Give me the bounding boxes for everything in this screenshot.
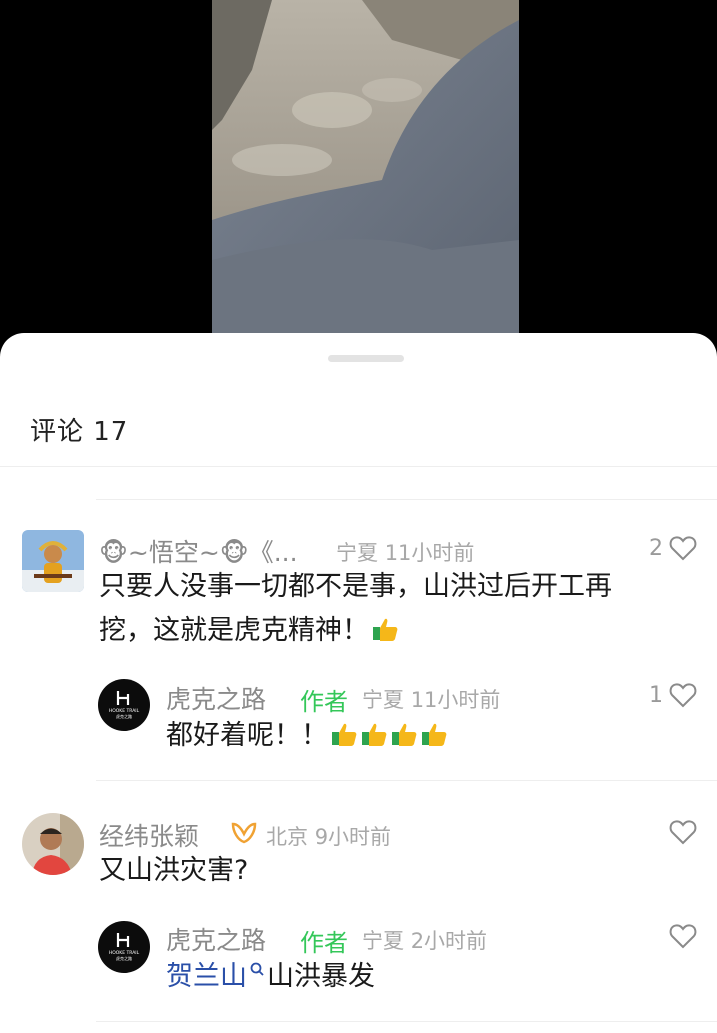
comments-count-title: 评论 17 (30, 417, 129, 447)
avatar[interactable]: HOOKE TRAIL 虎克之路 (98, 679, 150, 731)
hooke-trail-logo: HOOKE TRAIL 虎克之路 (109, 691, 140, 719)
heart-outline-icon (669, 820, 697, 845)
reply-meta: 宁夏 11小时前 (362, 684, 500, 714)
search-mini-icon[interactable] (249, 961, 265, 979)
hooke-trail-logo: HOOKE TRAIL 虎克之路 (109, 933, 140, 961)
reply-text: 都好着呢！！ (166, 714, 448, 758)
thumbs-up-emoji (332, 723, 357, 746)
like-button[interactable] (669, 923, 697, 949)
video-frame[interactable] (212, 0, 519, 345)
comment-time: 9小时前 (314, 825, 392, 849)
comment-text: 又山洪灾害? (99, 855, 249, 886)
reply-time: 11小时前 (410, 688, 501, 712)
author-badge: 作者 (300, 688, 348, 716)
logo-subtext: 虎克之路 (116, 955, 132, 961)
heart-outline-icon (669, 683, 697, 708)
comment-text-span: 挖，这就是虎克精神！ (99, 615, 369, 646)
comment-author-name[interactable]: 经纬张颖 (99, 817, 199, 853)
reply-text-span: 山洪暴发 (267, 961, 375, 992)
like-button[interactable]: 1 (649, 682, 697, 708)
badge-icon (231, 822, 257, 844)
thumbs-up-emoji (392, 723, 417, 746)
comment-location: 北京 (266, 825, 308, 849)
comment-text-line: 挖，这就是虎克精神！ (99, 609, 699, 653)
video-player[interactable] (0, 0, 717, 345)
like-button[interactable] (669, 819, 697, 845)
author-badge: 作者 (300, 929, 348, 957)
list-divider (96, 780, 717, 781)
user-photo-avatar-image (22, 813, 84, 875)
reply-location: 宁夏 (362, 929, 404, 953)
reply-author-name[interactable]: 虎克之路 (166, 680, 266, 716)
avatar[interactable] (22, 530, 84, 592)
like-count: 1 (649, 682, 663, 708)
reply-text: 贺兰山 山洪暴发 (166, 955, 375, 999)
comment-meta: 宁夏 11小时前 (336, 537, 474, 567)
comment-text-line: 只要人没事一切都不是事，山洪过后开工再 (99, 571, 612, 602)
list-divider (96, 499, 717, 500)
like-count: 2 (649, 535, 663, 561)
flood-scene-image (212, 0, 519, 345)
thumbs-up-emoji (362, 723, 387, 746)
avatar[interactable] (22, 813, 84, 875)
comment-location: 宁夏 (336, 541, 378, 565)
sheet-drag-handle[interactable] (328, 355, 404, 362)
comment-sheet: 评论 17 🐵~悟空~🐵《... 宁夏 11小时前 2 只要人没事一切都不是事，… (0, 333, 717, 1033)
reply-text-span: 都好着呢！！ (166, 720, 328, 751)
thumbs-up-emoji (422, 723, 447, 746)
header-divider (0, 466, 717, 467)
comment-text: 只要人没事一切都不是事，山洪过后开工再 挖，这就是虎克精神！ (99, 565, 699, 653)
search-link[interactable]: 贺兰山 (166, 961, 247, 992)
heart-outline-icon (669, 924, 697, 949)
monkey-king-avatar-image (22, 530, 84, 592)
reply-time: 2小时前 (410, 929, 488, 953)
comment-time: 11小时前 (384, 541, 475, 565)
thumbs-up-emoji (373, 618, 398, 641)
like-button[interactable]: 2 (649, 535, 697, 561)
logo-subtext: 虎克之路 (116, 713, 132, 719)
reply-meta: 宁夏 2小时前 (362, 925, 487, 955)
reply-location: 宁夏 (362, 688, 404, 712)
comment-meta: 北京 9小时前 (266, 821, 391, 851)
avatar[interactable]: HOOKE TRAIL 虎克之路 (98, 921, 150, 973)
list-divider (96, 1021, 717, 1022)
comment-author-name[interactable]: 🐵~悟空~🐵《... (99, 533, 298, 569)
heart-outline-icon (669, 536, 697, 561)
reply-author-name[interactable]: 虎克之路 (166, 921, 266, 957)
